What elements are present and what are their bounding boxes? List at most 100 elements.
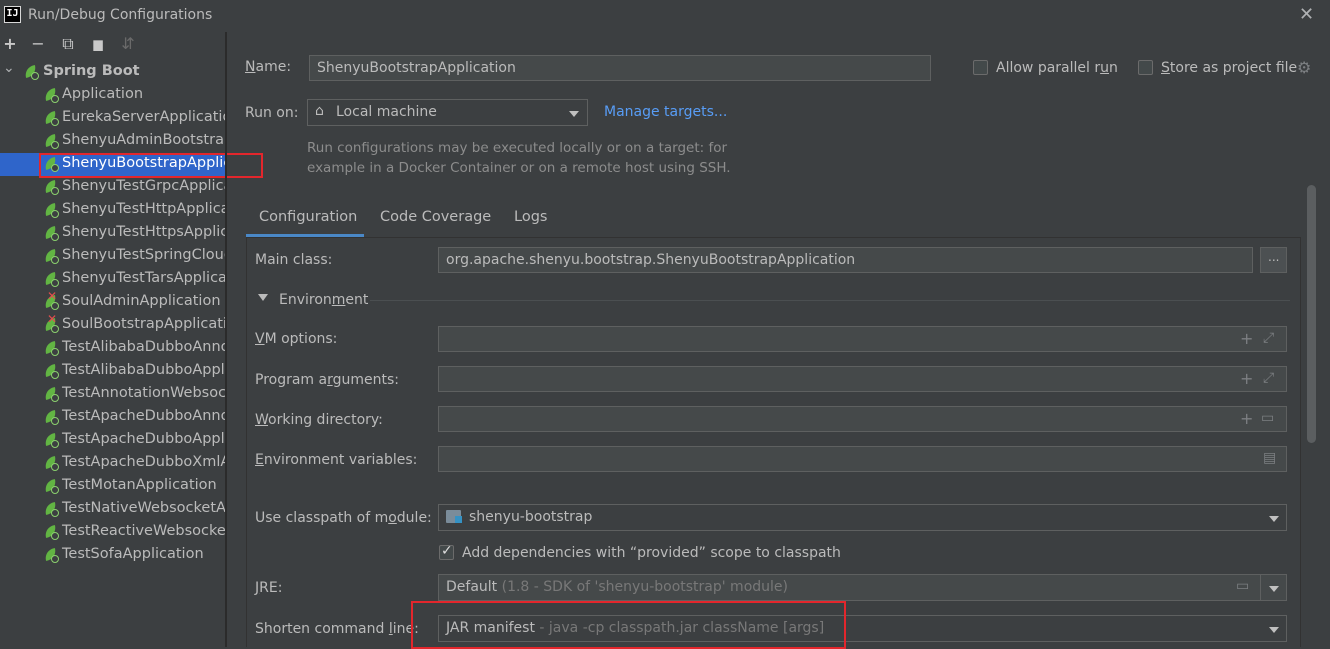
jre-dropdown[interactable]: Default (1.8 - SDK of 'shenyu-bootstrap'… <box>438 574 1287 601</box>
expand-icon[interactable]: ⤢ <box>1263 370 1274 386</box>
spring-boot-icon <box>44 502 60 518</box>
sort-icon[interactable]: ⇵ <box>118 34 138 53</box>
plus-icon[interactable]: + <box>1240 369 1253 388</box>
tree-item-label: SoulBootstrapApplicatio <box>62 316 225 332</box>
environment-variables-field[interactable]: ▤ <box>438 446 1287 472</box>
tree-item-label: SoulAdminApplication <box>62 293 221 309</box>
tree-item-label: Application <box>62 86 144 102</box>
tree-item[interactable]: ShenyuTestGrpcApplicat <box>0 176 225 199</box>
environment-separator <box>370 300 1290 301</box>
tree-item[interactable]: TestNativeWebsocketAp <box>0 498 225 521</box>
program-arguments-field[interactable]: + ⤢ <box>438 366 1287 392</box>
manage-targets-link[interactable]: Manage targets... <box>604 104 727 120</box>
tree-item[interactable]: ShenyuTestTarsApplicati <box>0 268 225 291</box>
dropdown-arrow-icon <box>569 111 579 117</box>
name-label: Name: <box>245 59 292 75</box>
tree-item[interactable]: ShenyuTestHttpsApplicat <box>0 222 225 245</box>
tree-item[interactable]: ShenyuTestHttpApplicati <box>0 199 225 222</box>
tree-item-label: ShenyuTestTarsApplicati <box>62 270 225 286</box>
annotation-highlight-shorten-command-line <box>411 601 846 649</box>
tree-item[interactable]: TestApacheDubboAnnot <box>0 406 225 429</box>
working-directory-label: Working directory: <box>255 412 383 428</box>
tree-item-label: ShenyuTestHttpsApplicat <box>62 224 225 240</box>
folder-icon[interactable]: ▭ <box>1236 578 1249 594</box>
tree-item[interactable]: TestApacheDubboXmlAp <box>0 452 225 475</box>
scrollbar-thumb[interactable] <box>1307 185 1316 443</box>
tree-item[interactable]: TestSofaApplication <box>0 544 225 567</box>
vm-options-label: VM options: <box>255 331 338 347</box>
folder-icon[interactable]: ▆ <box>88 37 108 51</box>
main-class-browse-button[interactable]: ... <box>1260 247 1287 273</box>
tree-item[interactable]: TestAlibabaDubboApplic <box>0 360 225 383</box>
folder-icon[interactable]: ▭ <box>1261 410 1274 426</box>
tree-item[interactable]: ✕ SoulBootstrapApplicatio <box>0 314 225 337</box>
edit-list-icon[interactable]: ▤ <box>1263 450 1276 466</box>
gear-icon[interactable]: ⚙ <box>1297 58 1311 77</box>
home-icon: ⌂ <box>315 103 324 119</box>
tree-item[interactable]: Application <box>0 84 225 107</box>
allow-parallel-run-checkbox[interactable] <box>973 60 988 75</box>
tree-item[interactable]: TestAlibabaDubboAnnot <box>0 337 225 360</box>
plus-icon[interactable]: + <box>1240 329 1253 348</box>
spring-boot-icon <box>44 203 60 219</box>
chevron-down-icon[interactable] <box>258 294 268 301</box>
tree-item[interactable]: TestMotanApplication <box>0 475 225 498</box>
expand-icon[interactable]: ⤢ <box>1263 330 1274 346</box>
spring-boot-icon <box>44 226 60 242</box>
tree-item[interactable]: TestApacheDubboApplic <box>0 429 225 452</box>
main-class-field[interactable]: org.apache.shenyu.bootstrap.ShenyuBootst… <box>438 247 1253 273</box>
run-on-help-line-2: example in a Docker Container or on a re… <box>307 160 731 176</box>
main-class-label: Main class: <box>255 252 333 268</box>
tree-group-spring-boot[interactable]: ⌄ Spring Boot <box>0 60 225 84</box>
spring-boot-icon <box>24 65 40 81</box>
spring-boot-icon <box>44 180 60 196</box>
name-field[interactable]: ShenyuBootstrapApplication <box>309 55 931 81</box>
spring-boot-icon <box>44 387 60 403</box>
spring-boot-icon <box>44 341 60 357</box>
tree-item[interactable]: ✕ SoulAdminApplication <box>0 291 225 314</box>
spring-boot-icon <box>44 525 60 541</box>
jre-label: JRE: <box>255 580 283 596</box>
spring-boot-icon <box>44 410 60 426</box>
chevron-down-icon[interactable]: ⌄ <box>3 60 15 76</box>
tree-item-label: ShenyuTestGrpcApplicat <box>62 178 225 194</box>
name-field-value: ShenyuBootstrapApplication <box>317 60 516 76</box>
tree-item[interactable]: TestReactiveWebsocketA <box>0 521 225 544</box>
vm-options-field[interactable]: + ⤢ <box>438 326 1287 352</box>
annotation-highlight-selected-item <box>39 153 263 178</box>
copy-icon[interactable]: ⧉ <box>58 34 78 54</box>
store-as-project-file-checkbox[interactable] <box>1138 60 1153 75</box>
spring-boot-icon <box>44 433 60 449</box>
add-dependencies-label: Add dependencies with “provided” scope t… <box>462 545 841 561</box>
main-class-value: org.apache.shenyu.bootstrap.ShenyuBootst… <box>446 252 856 268</box>
panel-splitter[interactable] <box>225 32 227 647</box>
environment-variables-label: Environment variables: <box>255 452 418 468</box>
spring-boot-icon <box>44 479 60 495</box>
module-folder-icon <box>446 510 462 523</box>
classpath-module-dropdown[interactable]: shenyu-bootstrap <box>438 504 1287 531</box>
run-on-help-line-1: Run configurations may be executed local… <box>307 140 728 156</box>
dropdown-divider <box>1260 575 1261 600</box>
spring-boot-icon <box>44 111 60 127</box>
configurations-sidebar: + − ⧉ ▆ ⇵ ⌄ Spring Boot Application Eurek… <box>0 32 225 647</box>
tree-item-label: TestAnnotationWebsock <box>62 385 225 401</box>
plus-icon[interactable]: + <box>1240 409 1253 428</box>
tree-item[interactable]: ShenyuTestSpringCloudA <box>0 245 225 268</box>
close-icon[interactable]: ✕ <box>1299 4 1314 25</box>
spring-boot-error-icon: ✕ <box>44 314 60 334</box>
tree-item-label: ShenyuTestHttpApplicati <box>62 201 225 217</box>
add-dependencies-checkbox[interactable] <box>439 543 454 560</box>
environment-section-label[interactable]: Environment <box>279 292 368 308</box>
tree-item-label: ShenyuAdminBootstrap <box>62 132 225 148</box>
tree-item[interactable]: TestAnnotationWebsock <box>0 383 225 406</box>
program-arguments-label: Program arguments: <box>255 372 400 388</box>
run-on-dropdown[interactable]: ⌂ Local machine <box>307 99 588 126</box>
tree-item-label: TestAlibabaDubboAnnot <box>62 339 225 355</box>
tree-item[interactable]: ShenyuAdminBootstrap <box>0 130 225 153</box>
spring-boot-error-icon: ✕ <box>44 291 60 311</box>
remove-icon[interactable]: − <box>28 34 48 53</box>
add-icon[interactable]: + <box>0 34 20 53</box>
working-directory-field[interactable]: + ▭ <box>438 406 1287 432</box>
tree-item[interactable]: EurekaServerApplication <box>0 107 225 130</box>
tree-item-label: TestNativeWebsocketAp <box>62 500 225 516</box>
